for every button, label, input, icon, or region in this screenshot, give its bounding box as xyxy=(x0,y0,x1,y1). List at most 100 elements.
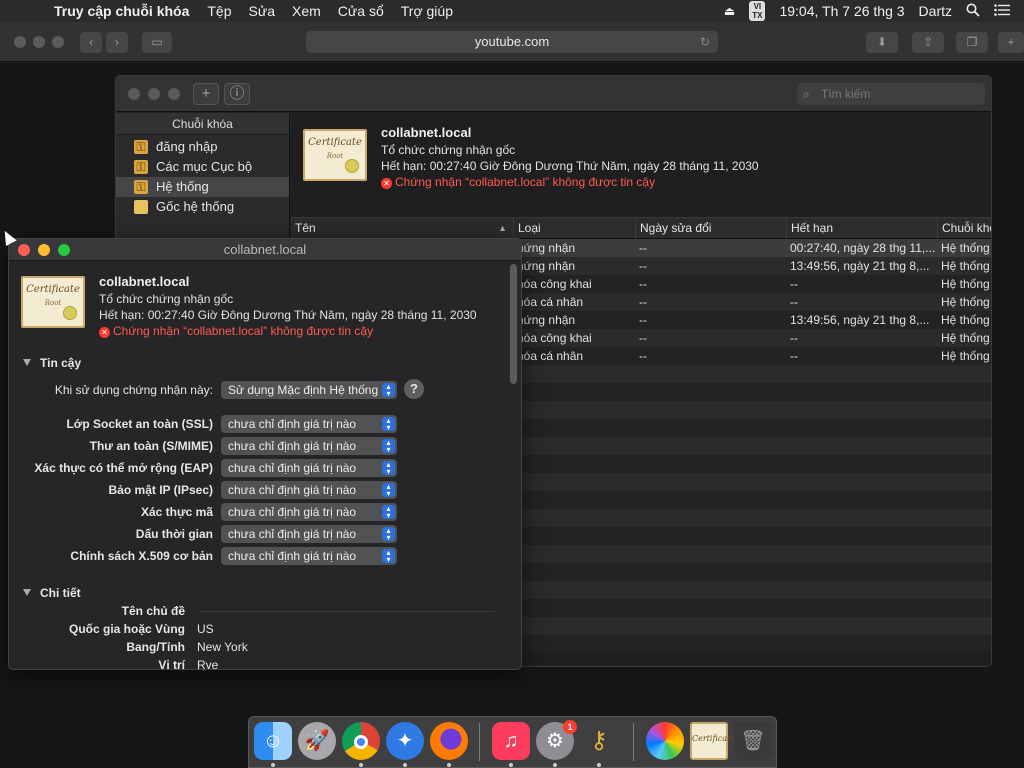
table-cell: hứng nhận xyxy=(517,313,576,327)
table-cell: hóa cá nhân xyxy=(517,295,584,309)
policy-select[interactable]: chưa chỉ định giá trị nào ▴ ▾ xyxy=(221,415,397,433)
search-input[interactable]: ⌕ Tìm kiếm xyxy=(797,83,985,105)
lock-icon: ⚿ xyxy=(134,180,148,194)
sidebar-item-system-roots[interactable]: Gốc hệ thống xyxy=(116,197,289,217)
policy-select[interactable]: chưa chỉ định giá trị nào ▴ ▾ xyxy=(221,547,397,565)
keychain-access-icon[interactable]: ⚷ xyxy=(580,722,618,760)
launchpad-icon[interactable]: 🚀 xyxy=(298,722,336,760)
zoom-button[interactable] xyxy=(168,88,180,100)
reload-icon[interactable]: ↻ xyxy=(700,31,710,53)
share-icon[interactable]: ⇧ xyxy=(912,32,944,53)
back-button[interactable]: ‹ xyxy=(80,32,102,53)
help-button[interactable]: ? xyxy=(404,379,424,399)
clock[interactable]: 19:04, Th 7 26 thg 3 xyxy=(779,3,904,19)
vertical-scrollbar[interactable] xyxy=(510,264,517,384)
chevron-updown-icon: ▴ ▾ xyxy=(382,549,395,564)
menu-edit[interactable]: Sửa xyxy=(249,3,276,19)
running-indicator xyxy=(447,763,451,767)
close-button[interactable] xyxy=(18,244,30,256)
add-item-button[interactable]: + xyxy=(193,83,219,105)
finder-icon[interactable]: ☺ xyxy=(254,722,292,760)
menu-file[interactable]: Tệp xyxy=(207,3,231,19)
policy-label: Thư an toàn (S/MIME) xyxy=(89,439,213,453)
policy-select[interactable]: chưa chỉ định giá trị nào ▴ ▾ xyxy=(221,459,397,477)
table-cell: -- xyxy=(639,241,647,255)
chrome-icon[interactable] xyxy=(342,722,380,760)
app-menu[interactable]: Truy cập chuỗi khóa xyxy=(54,3,189,19)
dock-separator xyxy=(633,723,634,761)
policy-select[interactable]: chưa chỉ định giá trị nào ▴ ▾ xyxy=(221,525,397,543)
policy-select[interactable]: chưa chỉ định giá trị nào ▴ ▾ xyxy=(221,437,397,455)
eject-icon[interactable]: ⏏ xyxy=(724,4,735,18)
field-value: Rye xyxy=(197,658,219,670)
minimize-button[interactable] xyxy=(33,36,45,48)
input-source-icon[interactable]: VI TX xyxy=(749,1,766,21)
details-section-toggle[interactable]: Chi tiết xyxy=(23,586,81,600)
table-cell: hóa cá nhân xyxy=(517,349,584,363)
trash-icon[interactable]: 🗑 xyxy=(734,722,772,760)
menu-help[interactable]: Trợ giúp xyxy=(401,3,453,19)
column-header-expires[interactable]: Hết hạn xyxy=(786,218,937,239)
safari-icon[interactable]: ✦ xyxy=(386,722,424,760)
zoom-button[interactable] xyxy=(58,244,70,256)
table-cell: Hệ thống xyxy=(941,259,990,273)
sidebar-toggle-icon[interactable]: ▭ xyxy=(142,32,172,53)
window-title: collabnet.local xyxy=(223,242,307,257)
tabs-overview-icon[interactable]: ❐ xyxy=(956,32,988,53)
close-button[interactable] xyxy=(14,36,26,48)
table-cell: -- xyxy=(790,295,798,309)
table-cell: hứng nhận xyxy=(517,241,576,255)
menu-view[interactable]: Xem xyxy=(292,3,321,19)
table-cell: -- xyxy=(639,313,647,327)
column-header-date-modified[interactable]: Ngày sửa đổi xyxy=(635,218,786,239)
keychain-toolbar: + ⓘ ⌕ Tìm kiếm xyxy=(116,76,991,112)
trust-warning-text: Chứng nhận “collabnet.local” không được … xyxy=(395,175,656,189)
minimize-button[interactable] xyxy=(148,88,160,100)
running-indicator xyxy=(403,763,407,767)
when-using-label: Khi sử dụng chứng nhận này: xyxy=(54,383,213,397)
certificate-icon-subtext: Root xyxy=(44,299,62,307)
running-indicator xyxy=(597,763,601,767)
info-icon[interactable]: ⓘ xyxy=(224,83,250,105)
column-header-kind[interactable]: Loại xyxy=(513,218,635,239)
trust-section-toggle[interactable]: Tin cậy xyxy=(23,356,81,370)
policy-select[interactable]: chưa chỉ định giá trị nào ▴ ▾ xyxy=(221,481,397,499)
field-label: Vị trí xyxy=(158,658,185,670)
certificate-window-body: Certificate Root collabnet.local Tổ chức… xyxy=(9,262,521,670)
table-cell: Hệ thống xyxy=(941,295,990,309)
minimize-button[interactable] xyxy=(38,244,50,256)
policy-label: Chính sách X.509 cơ bản xyxy=(70,549,213,563)
table-cell: Hệ thống xyxy=(941,277,990,291)
firefox-icon[interactable] xyxy=(430,722,468,760)
column-header-name[interactable]: Tên ▲ xyxy=(291,218,513,239)
address-bar[interactable]: youtube.com ↻ xyxy=(306,31,718,53)
menu-window[interactable]: Cửa sổ xyxy=(338,3,384,19)
sidebar-item-label: Các mục Cục bộ xyxy=(156,159,253,174)
table-cell: -- xyxy=(639,259,647,273)
certificate-file-icon[interactable]: Certificate xyxy=(690,722,735,760)
policy-select[interactable]: chưa chỉ định giá trị nào ▴ ▾ xyxy=(221,503,397,521)
user-name[interactable]: Dartz xyxy=(919,3,952,19)
table-cell: 13:49:56, ngày 21 thg 8,... xyxy=(790,313,930,327)
notification-center-icon[interactable] xyxy=(994,3,1010,19)
photos-icon[interactable] xyxy=(646,722,684,760)
column-header-keychain[interactable]: Chuỗi khóa xyxy=(937,218,991,239)
forward-button[interactable]: › xyxy=(106,32,128,53)
spotlight-search-icon[interactable] xyxy=(966,3,980,20)
select-value: chưa chỉ định giá trị nào xyxy=(228,549,357,563)
zoom-button[interactable] xyxy=(52,36,64,48)
select-value: chưa chỉ định giá trị nào xyxy=(228,439,357,453)
trust-warning: ✕ Chứng nhận “collabnet.local” không được… xyxy=(99,324,373,338)
downloads-icon[interactable]: ⬇ xyxy=(866,32,898,53)
new-tab-button[interactable]: + xyxy=(998,32,1024,53)
sidebar-item-login[interactable]: ⚿ đăng nhập xyxy=(116,137,289,157)
when-using-select[interactable]: Sử dụng Mặc định Hệ thống ▴ ▾ xyxy=(221,381,397,399)
lock-icon: ⚿ xyxy=(134,140,148,154)
sidebar-item-system[interactable]: ⚿ Hệ thống xyxy=(116,177,289,197)
chevron-updown-icon: ▴ ▾ xyxy=(382,505,395,520)
sidebar-item-local-items[interactable]: ⚿ Các mục Cục bộ xyxy=(116,157,289,177)
music-icon[interactable]: ♫ xyxy=(492,722,530,760)
select-value: chưa chỉ định giá trị nào xyxy=(228,505,357,519)
table-cell: Hệ thống xyxy=(941,241,990,255)
close-button[interactable] xyxy=(128,88,140,100)
